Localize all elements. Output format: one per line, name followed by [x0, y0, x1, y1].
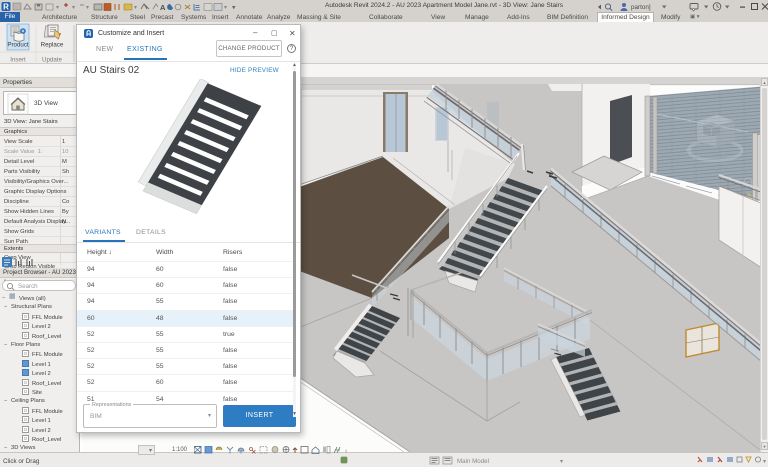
svg-text:Update: Update: [42, 57, 63, 64]
svg-text:Product: Product: [7, 42, 29, 49]
svg-text:▾: ▾: [763, 459, 766, 465]
svg-text:▾: ▾: [56, 5, 59, 11]
svg-text:R: R: [3, 3, 9, 12]
svg-text:▾: ▾: [86, 5, 89, 11]
svg-text:Replace: Replace: [41, 42, 64, 49]
svg-text:▾: ▾: [560, 459, 563, 465]
svg-text:Insert: Insert: [10, 57, 26, 64]
svg-text:parton]: parton]: [631, 4, 651, 11]
svg-text:Main Model: Main Model: [457, 458, 489, 465]
svg-text:▾: ▾: [72, 5, 75, 11]
svg-text:‹: ‹: [345, 448, 348, 455]
